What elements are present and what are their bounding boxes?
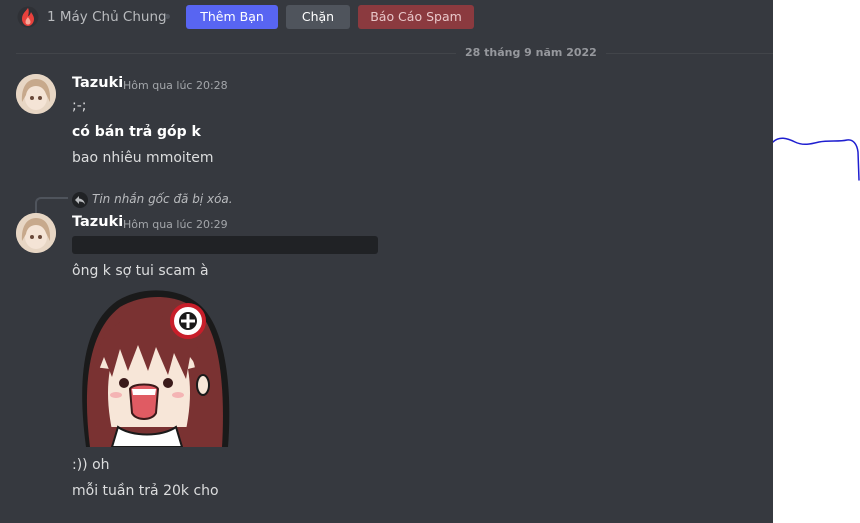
message-timestamp: Hôm qua lúc 20:28 — [123, 79, 228, 92]
redacted-message — [72, 236, 378, 254]
annotation-scribble — [773, 137, 860, 181]
mutual-servers-link[interactable]: 1 Máy Chủ Chung — [47, 9, 167, 25]
message-text: có bán trả góp k — [72, 124, 201, 140]
date-divider: 28 tháng 9 năm 2022 — [456, 46, 606, 59]
add-friend-button[interactable]: Thêm Bạn — [186, 5, 278, 29]
dm-header-bar: 1 Máy Chủ Chung Thêm Bạn Chặn Báo Cáo Sp… — [0, 0, 773, 34]
message-text: mỗi tuần trả 20k cho — [72, 483, 219, 499]
message-text: ;-; — [72, 98, 87, 114]
message-text: ông k sợ tui scam à — [72, 263, 209, 279]
block-button[interactable]: Chặn — [286, 5, 350, 29]
avatar[interactable] — [16, 213, 56, 253]
deleted-reply-notice: Tin nhắn gốc đã bị xóa. — [92, 192, 233, 206]
chat-window: 1 Máy Chủ Chung Thêm Bạn Chặn Báo Cáo Sp… — [0, 0, 773, 523]
message-author[interactable]: Tazuki — [72, 75, 123, 91]
message-timestamp: Hôm qua lúc 20:29 — [123, 218, 228, 231]
message-text: bao nhiêu mmoitem — [72, 150, 214, 166]
date-divider-line — [16, 53, 773, 54]
message-text: :)) oh — [72, 457, 110, 473]
report-spam-button[interactable]: Báo Cáo Spam — [358, 5, 474, 29]
avatar-image — [16, 213, 56, 253]
anime-girl-sticker[interactable] — [72, 287, 232, 447]
avatar-image — [16, 74, 56, 114]
fire-icon[interactable] — [17, 6, 39, 28]
reply-connector — [35, 197, 68, 213]
reply-arrow-icon — [72, 192, 88, 208]
separator-dot — [165, 14, 170, 19]
avatar[interactable] — [16, 74, 56, 114]
message-author[interactable]: Tazuki — [72, 214, 123, 230]
